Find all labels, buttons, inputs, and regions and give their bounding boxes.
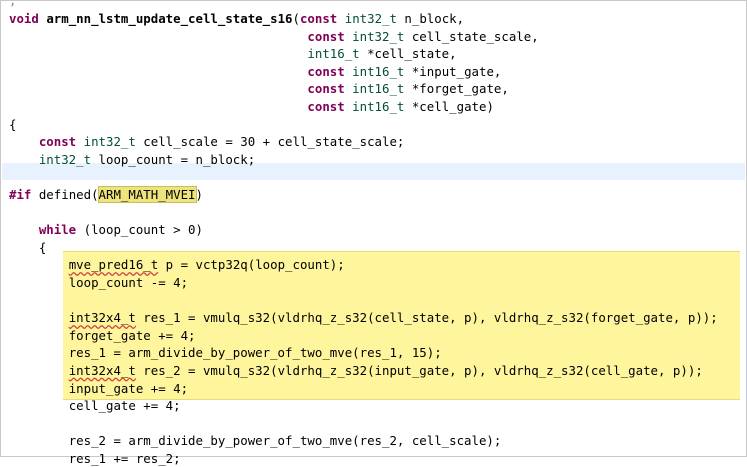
code-token: loop_count -= 4;	[68, 275, 189, 290]
code-token: cell_state_scale,	[404, 28, 539, 44]
type-token: int16_t	[352, 63, 405, 79]
code-token: {	[38, 239, 47, 255]
code-token: forget_gate += 4;	[68, 327, 196, 343]
code-token: loop_count = n_block;	[91, 151, 256, 167]
code-token: *forget_gate,	[404, 81, 509, 97]
code-token: input_gate += 4;	[68, 380, 189, 396]
code-line[interactable]: const int32_t cell_state_scale,	[9, 28, 539, 45]
code-line[interactable]: res_2 = arm_divide_by_power_of_two_mve(r…	[9, 432, 502, 449]
keyword-token: const	[307, 63, 353, 79]
code-token: cell_gate += 4;	[68, 398, 181, 414]
code-line[interactable]: res_1 += res_2;	[9, 450, 181, 467]
code-line[interactable]: while (loop_count > 0)	[9, 221, 203, 238]
code-line[interactable]: input_gate += 4;	[9, 380, 188, 397]
type-token: int16_t	[352, 81, 405, 97]
keyword-token: const	[307, 28, 353, 44]
code-line[interactable]: {	[9, 239, 46, 256]
code-line[interactable]: const int32_t cell_scale = 30 + cell_sta…	[9, 133, 405, 150]
code-token: res_1 = arm_divide_by_power_of_two_mve(r…	[68, 345, 442, 361]
code-token: res_1 += res_2;	[68, 451, 181, 466]
code-line[interactable]: const int16_t *cell_gate)	[9, 98, 494, 115]
code-line[interactable]: int32x4_t res_2 = vmulq_s32(vldrhq_z_s32…	[9, 362, 703, 379]
type-token: int16_t	[307, 46, 360, 62]
preprocessor-token: #if	[9, 187, 32, 202]
keyword-token: const	[38, 134, 84, 150]
type-token: int32_t	[352, 28, 405, 44]
code-line[interactable]: mve_pred16_t p = vctp32q(loop_count);	[9, 256, 345, 273]
code-token: {	[9, 116, 17, 132]
code-line[interactable]: int32x4_t res_1 = vmulq_s32(vldrhq_z_s32…	[9, 309, 718, 326]
scroll-remnant-mark: ,	[9, 0, 17, 8]
code-line[interactable]: loop_count -= 4;	[9, 274, 188, 291]
code-line[interactable]: forget_gate += 4;	[9, 327, 196, 344]
code-line[interactable]: #if defined(ARM_MATH_MVEI)	[9, 186, 203, 203]
code-token: res_2 = vmulq_s32(vldrhq_z_s32(input_gat…	[135, 363, 703, 378]
code-token: (loop_count > 0)	[76, 222, 203, 238]
type-token: int32_t	[38, 151, 92, 167]
code-line[interactable]: void arm_nn_lstm_update_cell_state_s16(c…	[9, 10, 464, 27]
type-token-warning: int32x4_t	[68, 363, 136, 378]
code-line[interactable]: const int16_t *forget_gate,	[9, 80, 509, 97]
code-token: *cell_gate)	[404, 99, 494, 114]
keyword-token: void	[9, 11, 47, 26]
function-name-token: arm_nn_lstm_update_cell_state_s16	[46, 11, 293, 26]
code-token: *cell_state,	[359, 46, 457, 62]
code-line[interactable]: cell_gate += 4;	[9, 397, 181, 414]
macro-token: ARM_MATH_MVEI	[97, 186, 197, 203]
type-token-warning: int32x4_t	[68, 310, 136, 326]
code-token: defined(	[31, 187, 99, 202]
code-line[interactable]: int16_t *cell_state,	[9, 45, 457, 62]
code-token: cell_scale = 30 + cell_state_scale;	[135, 134, 405, 150]
code-token: n_block,	[396, 11, 465, 26]
keyword-token: const	[307, 99, 353, 114]
code-token: p = vctp32q(loop_count);	[158, 257, 345, 273]
code-token: res_2 = arm_divide_by_power_of_two_mve(r…	[68, 433, 502, 449]
keyword-token: const	[299, 11, 345, 26]
code-line[interactable]: {	[9, 116, 16, 133]
type-token: int16_t	[352, 99, 405, 114]
code-token: *input_gate,	[404, 63, 502, 79]
code-editor[interactable]: , void arm_nn_lstm_update_cell_state_s16…	[0, 0, 747, 466]
code-token: (	[292, 11, 300, 26]
keyword-token: while	[38, 222, 77, 238]
type-token: int32_t	[83, 134, 136, 150]
type-token: int32_t	[344, 11, 397, 26]
code-token: )	[195, 187, 203, 202]
code-line[interactable]: int32_t loop_count = n_block;	[9, 151, 255, 168]
code-line[interactable]: const int16_t *input_gate,	[9, 63, 501, 80]
keyword-token: const	[307, 81, 353, 97]
type-token-warning: mve_pred16_t	[68, 257, 159, 273]
code-line[interactable]: res_1 = arm_divide_by_power_of_two_mve(r…	[9, 344, 442, 361]
code-token: res_1 = vmulq_s32(vldrhq_z_s32(cell_stat…	[135, 310, 718, 326]
